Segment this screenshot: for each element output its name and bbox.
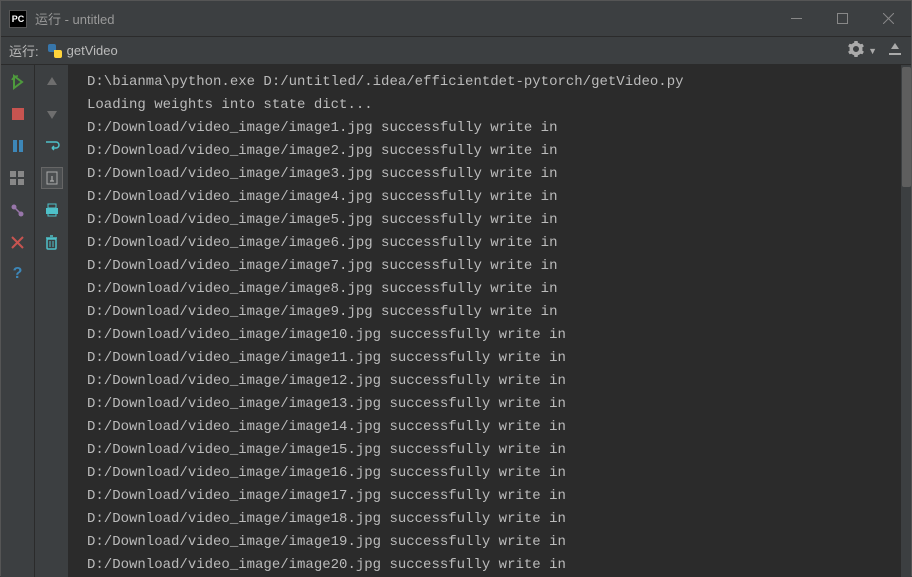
scroll-to-end-button[interactable] [41,167,63,189]
stop-button[interactable] [7,103,29,125]
console-line: D:/Download/video_image/image9.jpg succe… [87,301,900,324]
console-line: D:\bianma\python.exe D:/untitled/.idea/e… [87,71,900,94]
soft-wrap-button[interactable] [41,135,63,157]
console-line: Loading weights into state dict... [87,94,900,117]
console-line: D:/Download/video_image/image11.jpg succ… [87,347,900,370]
window-controls [773,1,911,36]
attach-button[interactable] [7,199,29,221]
console-line: D:/Download/video_image/image3.jpg succe… [87,163,900,186]
rerun-button[interactable] [7,71,29,93]
vertical-scrollbar[interactable] [900,65,911,577]
run-toolbar: 运行: getVideo ▼ [1,37,911,65]
scroll-down-button[interactable] [41,103,63,125]
run-label: 运行: [9,41,39,60]
console-line: D:/Download/video_image/image19.jpg succ… [87,531,900,554]
gutter-console [35,65,69,577]
help-button[interactable]: ? [7,263,29,285]
chevron-down-icon[interactable]: ▼ [868,46,877,56]
python-icon [47,43,63,59]
clear-all-button[interactable] [41,231,63,253]
console-line: D:/Download/video_image/image12.jpg succ… [87,370,900,393]
scrollbar-thumb[interactable] [902,67,911,187]
console-line: D:/Download/video_image/image2.jpg succe… [87,140,900,163]
main-area: ? D:\bianma\python.exe D:/untitled/.idea… [1,65,911,577]
settings-icon[interactable] [848,41,864,60]
console-line: D:/Download/video_image/image17.jpg succ… [87,485,900,508]
pycharm-icon: PC [9,10,27,28]
close-run-button[interactable] [7,231,29,253]
console-line: D:/Download/video_image/image8.jpg succe… [87,278,900,301]
window-title: 运行 - untitled [35,9,114,28]
console-line: D:/Download/video_image/image16.jpg succ… [87,462,900,485]
pause-button[interactable] [7,135,29,157]
console-line: D:/Download/video_image/image18.jpg succ… [87,508,900,531]
console-line: D:/Download/video_image/image14.jpg succ… [87,416,900,439]
console-line: D:/Download/video_image/image13.jpg succ… [87,393,900,416]
script-name: getVideo [67,43,118,58]
titlebar: PC 运行 - untitled [1,1,911,37]
console-output[interactable]: D:\bianma\python.exe D:/untitled/.idea/e… [69,65,900,577]
console-line: D:/Download/video_image/image4.jpg succe… [87,186,900,209]
console-line: D:/Download/video_image/image20.jpg succ… [87,554,900,577]
gutter-left: ? [1,65,35,577]
toolbar-right: ▼ [848,41,903,60]
maximize-button[interactable] [819,1,865,36]
collapse-icon[interactable] [887,41,903,60]
print-button[interactable] [41,199,63,221]
console-line: D:/Download/video_image/image1.jpg succe… [87,117,900,140]
console-line: D:/Download/video_image/image10.jpg succ… [87,324,900,347]
console-line: D:/Download/video_image/image15.jpg succ… [87,439,900,462]
console-line: D:/Download/video_image/image5.jpg succe… [87,209,900,232]
console-line: D:/Download/video_image/image7.jpg succe… [87,255,900,278]
minimize-button[interactable] [773,1,819,36]
console-line: D:/Download/video_image/image6.jpg succe… [87,232,900,255]
layout-button[interactable] [7,167,29,189]
close-button[interactable] [865,1,911,36]
scroll-up-button[interactable] [41,71,63,93]
